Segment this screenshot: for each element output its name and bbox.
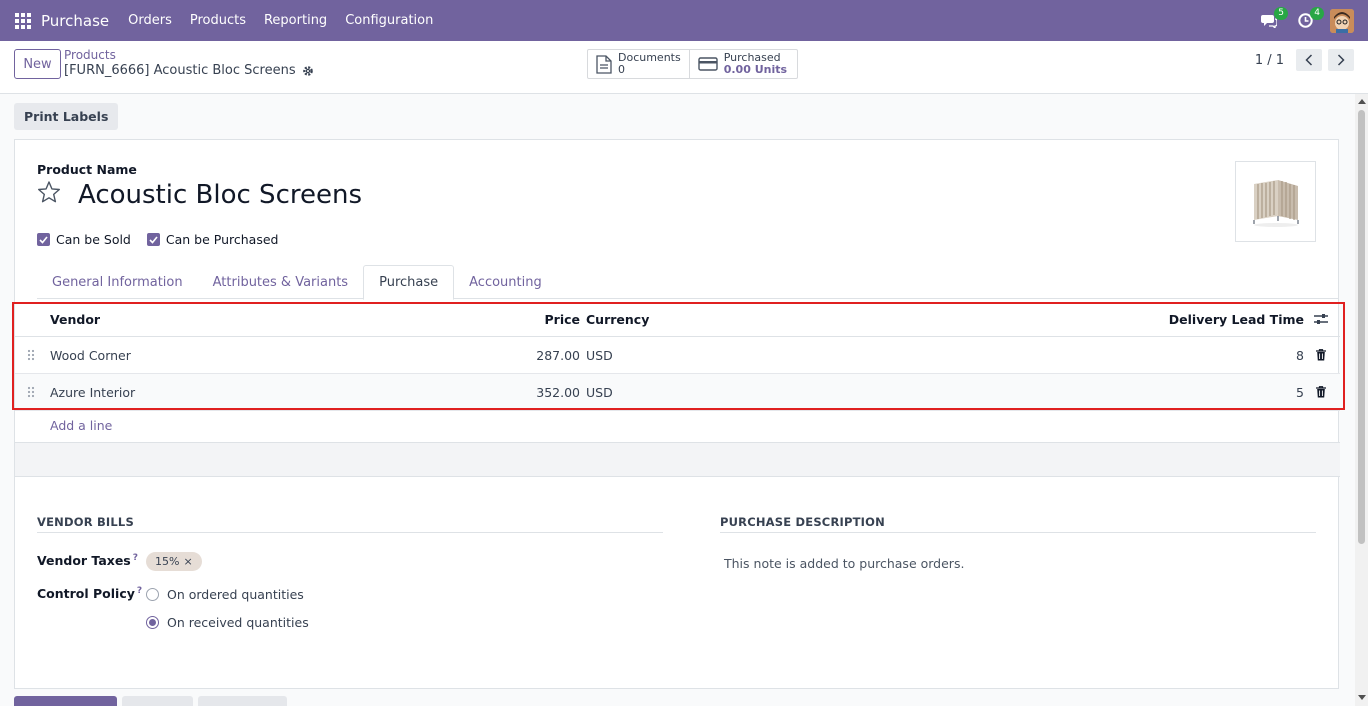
breadcrumb: Products [FURN_6666] Acoustic Bloc Scree…: [64, 48, 314, 80]
scroll-down-arrow-icon[interactable]: [1358, 695, 1366, 700]
vertical-scrollbar[interactable]: [1355, 94, 1368, 706]
column-header-delivery-lead-time[interactable]: Delivery Lead Time: [1169, 302, 1304, 336]
menu-products[interactable]: Products: [181, 13, 255, 28]
breadcrumb-current-wrap: [FURN_6666] Acoustic Bloc Screens: [64, 62, 314, 80]
radio-on-received-label: On received quantities: [167, 615, 309, 630]
document-icon: [596, 54, 612, 74]
product-image[interactable]: [1235, 161, 1316, 242]
table-row[interactable]: Azure Interior 352.00 USD 5: [15, 374, 1340, 411]
credit-card-icon: [698, 57, 718, 71]
pager: 1 / 1: [1255, 49, 1354, 71]
optional-columns-icon[interactable]: [1314, 302, 1328, 336]
form-content: Print Labels Product Name Acoustic Bloc …: [0, 94, 1355, 706]
tab-purchase[interactable]: Purchase: [363, 265, 455, 300]
new-button[interactable]: New: [14, 49, 61, 79]
column-header-currency[interactable]: Currency: [586, 302, 649, 336]
column-header-vendor[interactable]: Vendor: [50, 302, 100, 336]
messages-button[interactable]: 5: [1258, 6, 1288, 32]
purchase-description-field[interactable]: This note is added to purchase orders.: [724, 556, 964, 571]
scroll-up-arrow-icon[interactable]: [1358, 99, 1366, 104]
trash-icon[interactable]: [1314, 374, 1328, 410]
print-labels-button[interactable]: Print Labels: [14, 103, 119, 130]
radio-checked-icon: [146, 616, 159, 629]
activities-badge: 4: [1310, 6, 1324, 20]
lead-time-cell[interactable]: 8: [1296, 337, 1304, 373]
vendor-cell[interactable]: Azure Interior: [50, 374, 135, 410]
trash-icon[interactable]: [1314, 337, 1328, 373]
tag-remove-icon[interactable]: ×: [183, 555, 192, 568]
apps-grid-icon[interactable]: [15, 12, 31, 29]
pager-previous-button[interactable]: [1296, 49, 1322, 71]
bottom-primary-button[interactable]: [14, 696, 117, 706]
breadcrumb-current: [FURN_6666] Acoustic Bloc Screens: [64, 63, 296, 78]
app-name[interactable]: Purchase: [41, 12, 109, 30]
product-name-field[interactable]: Acoustic Bloc Screens: [78, 180, 362, 210]
radio-on-ordered-label: On ordered quantities: [167, 587, 304, 602]
can-be-purchased-label: Can be Purchased: [165, 232, 279, 247]
vendor-bills-title: VENDOR BILLS: [37, 515, 663, 533]
lead-time-cell[interactable]: 5: [1296, 374, 1304, 410]
pager-next-button[interactable]: [1328, 49, 1354, 71]
documents-label: Documents: [618, 51, 681, 64]
purchased-stat-button[interactable]: Purchased 0.00 Units: [690, 50, 797, 78]
smart-buttons: Documents 0 Purchased 0.00 Units: [587, 49, 799, 79]
documents-stat-button[interactable]: Documents 0: [588, 50, 690, 78]
tab-attributes-variants[interactable]: Attributes & Variants: [198, 265, 363, 299]
tab-general-information[interactable]: General Information: [37, 265, 198, 299]
purchased-value: 0.00 Units: [723, 63, 788, 76]
can-be-sold-checkbox[interactable]: Can be Sold: [37, 232, 131, 247]
purchase-description-title: PURCHASE DESCRIPTION: [720, 515, 1316, 533]
can-be-sold-label: Can be Sold: [56, 232, 131, 247]
vendor-taxes-label: Vendor Taxes?: [37, 553, 138, 569]
favorite-star-icon[interactable]: [37, 180, 61, 204]
top-navbar: Purchase Orders Products Reporting Confi…: [0, 0, 1368, 41]
radio-unchecked-icon: [146, 588, 159, 601]
price-cell[interactable]: 287.00: [536, 337, 580, 373]
table-header-row: Vendor Price Currency Delivery Lead Time: [15, 302, 1340, 337]
price-cell[interactable]: 352.00: [536, 374, 580, 410]
table-footer: [15, 442, 1340, 477]
messages-badge: 5: [1274, 6, 1288, 20]
menu-orders[interactable]: Orders: [119, 13, 181, 28]
product-name-label: Product Name: [37, 162, 137, 177]
checkbox-checked-icon: [37, 233, 50, 246]
menu-reporting[interactable]: Reporting: [255, 13, 336, 28]
form-sheet: Product Name Acoustic Bloc Screens Can b…: [12, 139, 1345, 689]
scrollbar-thumb[interactable]: [1358, 110, 1365, 544]
checkbox-group: Can be Sold Can be Purchased: [37, 232, 278, 247]
tab-accounting[interactable]: Accounting: [454, 265, 557, 299]
user-avatar[interactable]: [1330, 8, 1354, 33]
breadcrumb-parent[interactable]: Products: [64, 48, 314, 62]
bottom-secondary-button[interactable]: [122, 696, 193, 706]
chevron-right-icon: [1337, 54, 1345, 66]
drag-handle-icon[interactable]: [27, 374, 37, 410]
bottom-secondary-button[interactable]: [198, 696, 287, 706]
radio-on-received[interactable]: On received quantities: [146, 615, 309, 630]
chevron-left-icon: [1305, 54, 1313, 66]
menu-configuration[interactable]: Configuration: [336, 13, 442, 28]
checkbox-checked-icon: [146, 233, 160, 246]
radio-on-ordered[interactable]: On ordered quantities: [146, 587, 304, 602]
add-a-line-link[interactable]: Add a line: [50, 418, 112, 433]
notebook-tabs: General Information Attributes & Variant…: [37, 265, 1339, 300]
help-tooltip-icon[interactable]: ?: [137, 586, 142, 596]
pager-value[interactable]: 1 / 1: [1255, 53, 1284, 68]
currency-cell[interactable]: USD: [586, 337, 613, 373]
vendor-pricelist-table: Vendor Price Currency Delivery Lead Time…: [12, 302, 1345, 411]
vendor-tax-tag-label: 15%: [155, 555, 180, 568]
vendor-tax-tag[interactable]: 15% ×: [146, 552, 202, 571]
control-policy-label: Control Policy?: [37, 586, 143, 602]
help-tooltip-icon[interactable]: ?: [133, 553, 138, 563]
documents-count: 0: [618, 63, 625, 76]
gear-icon[interactable]: [302, 65, 314, 77]
column-header-price[interactable]: Price: [545, 302, 581, 336]
table-row[interactable]: Wood Corner 287.00 USD 8: [15, 337, 1340, 374]
drag-handle-icon[interactable]: [27, 337, 37, 373]
currency-cell[interactable]: USD: [586, 374, 613, 410]
vendor-cell[interactable]: Wood Corner: [50, 337, 131, 373]
control-panel: New Products [FURN_6666] Acoustic Bloc S…: [0, 41, 1368, 94]
bottom-buttons-partial: [14, 696, 287, 706]
activities-button[interactable]: 4: [1294, 6, 1324, 32]
can-be-purchased-checkbox[interactable]: Can be Purchased: [146, 232, 279, 247]
